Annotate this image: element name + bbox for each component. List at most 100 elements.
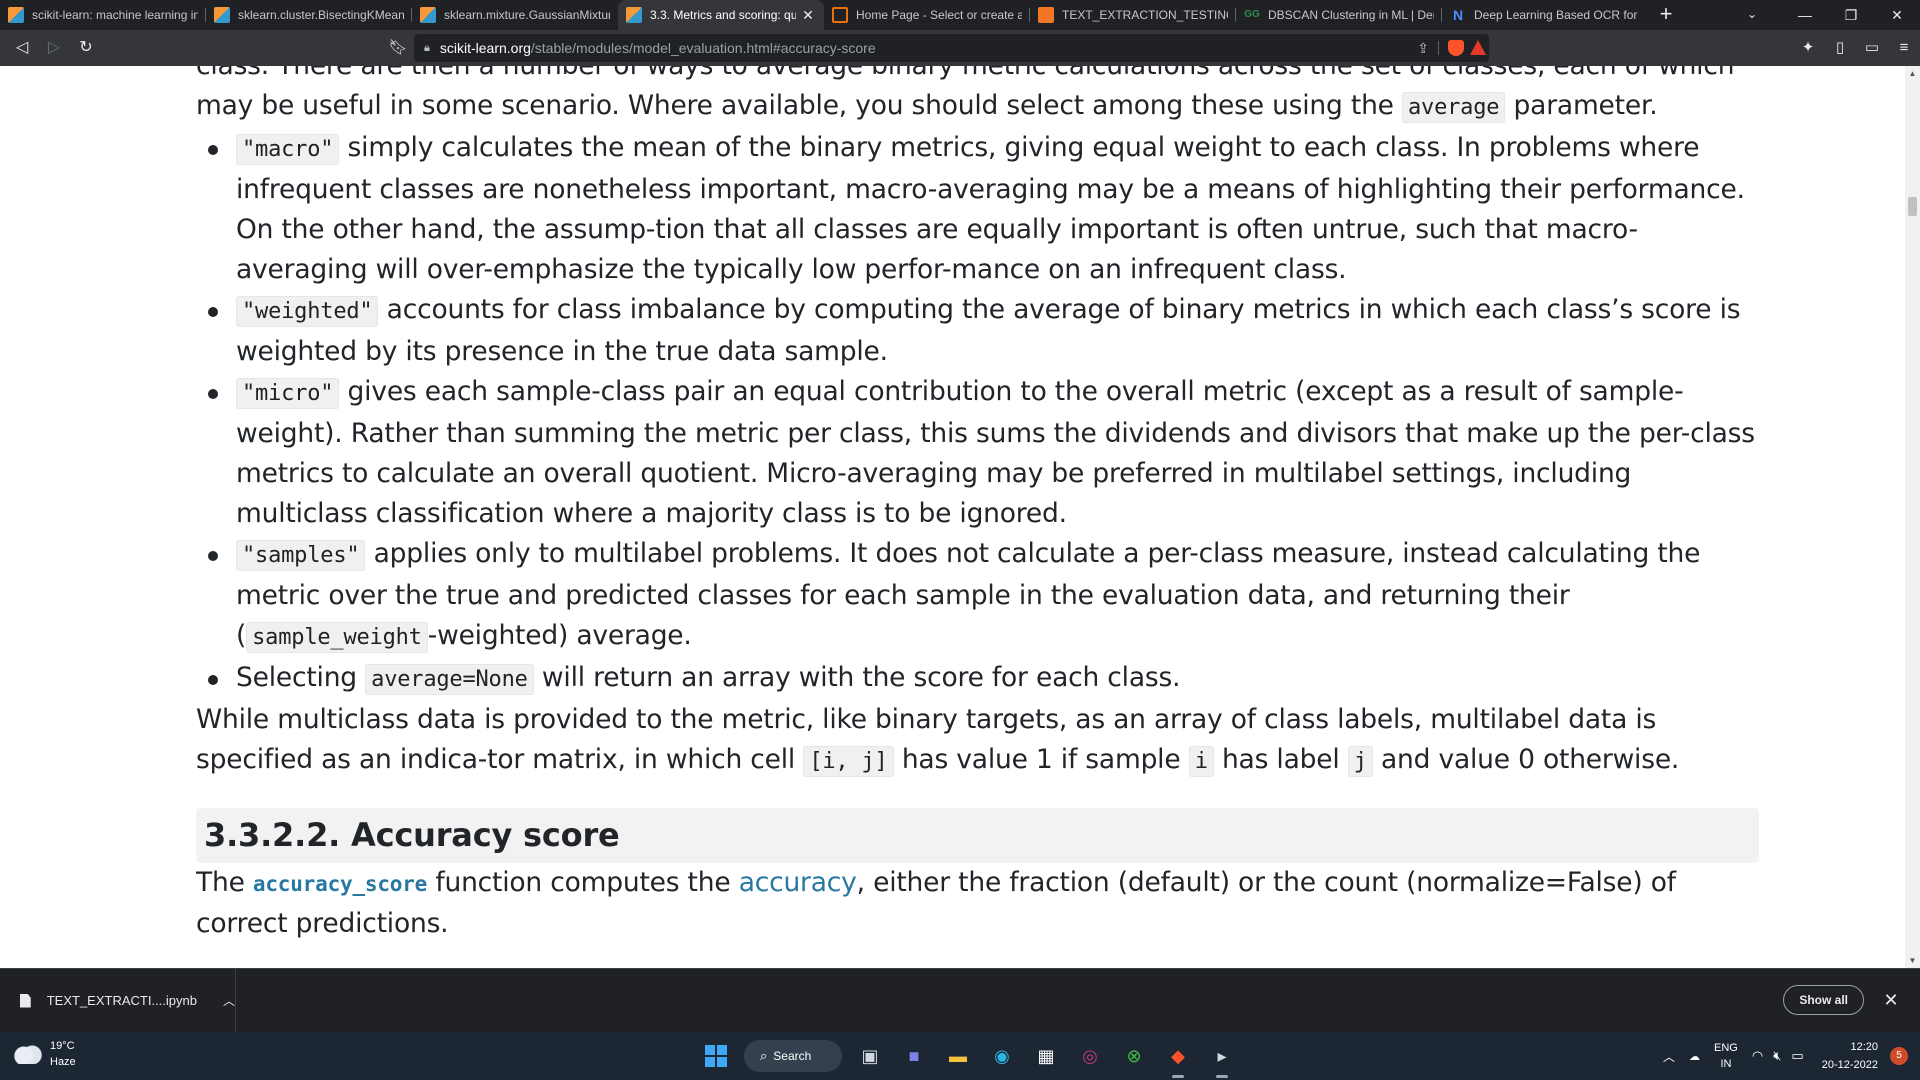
nanonets-icon: N xyxy=(1452,7,1464,23)
url-host: scikit-learn.org xyxy=(439,40,531,56)
weather-widget[interactable]: 19°C Haze xyxy=(14,1038,76,1070)
bookmark-icon[interactable]: 🔖︎ xyxy=(384,34,412,62)
search-label: Search xyxy=(773,1049,812,1063)
tab-home-page[interactable]: Home Page - Select or create a xyxy=(824,0,1030,30)
inline-code: average xyxy=(1402,92,1506,123)
page-scrollbar[interactable]: ▲ ▼ xyxy=(1905,66,1920,968)
inline-code: "macro" xyxy=(236,134,340,165)
list-item-micro: "micro" gives each sample-class pair an … xyxy=(196,372,1760,534)
paragraph-text: function computes the xyxy=(427,867,739,898)
task-view-icon[interactable]: ▣ xyxy=(852,1038,888,1074)
reload-icon[interactable]: ↻ xyxy=(70,34,102,62)
tab-title: TEXT_EXTRACTION_TESTING - J xyxy=(1062,8,1228,22)
forward-icon[interactable]: ▷ xyxy=(38,34,70,62)
menu-icon[interactable]: ≡ xyxy=(1888,34,1920,62)
inline-code: average=None xyxy=(365,664,534,695)
xbox-icon[interactable]: ⊗ xyxy=(1116,1038,1152,1074)
tab-dbscan[interactable]: GG DBSCAN Clustering in ML | Den xyxy=(1236,0,1442,30)
tab-text-extraction[interactable]: TEXT_EXTRACTION_TESTING - J xyxy=(1030,0,1236,30)
temperature: 19°C xyxy=(50,1040,75,1052)
accuracy-link[interactable]: accuracy xyxy=(739,867,857,898)
onedrive-icon[interactable]: ☁ xyxy=(1689,1050,1700,1063)
system-tray: ︿ ☁ ENG IN ◠ 🔇︎ ▭ 12:20 20-12-2022 5 xyxy=(1663,1032,1920,1080)
file-explorer-icon[interactable]: ▬ xyxy=(940,1038,976,1074)
extensions-icon[interactable]: ✦ xyxy=(1792,34,1824,62)
bullet-icon xyxy=(208,389,218,399)
language-code: ENG xyxy=(1714,1042,1738,1054)
edge-icon[interactable]: ◉ xyxy=(984,1038,1020,1074)
wifi-icon: ◠ xyxy=(1751,1048,1764,1063)
inline-code: [i, j] xyxy=(803,746,894,777)
scroll-up-icon[interactable]: ▲ xyxy=(1905,66,1920,81)
share-icon[interactable]: ⇪ xyxy=(1417,34,1429,62)
tab-metrics-scoring[interactable]: 3.3. Metrics and scoring: qu ✕ xyxy=(618,0,824,30)
system-icons[interactable]: ◠ 🔇︎ ▭ xyxy=(1752,1048,1804,1064)
sidebar-icon[interactable]: ▯ xyxy=(1824,34,1856,62)
list-item-samples: "samples" applies only to multilabel pro… xyxy=(196,534,1760,658)
language-indicator[interactable]: ENG IN xyxy=(1714,1040,1738,1072)
sklearn-icon xyxy=(420,7,436,23)
tab-gaussian-mixture[interactable]: sklearn.mixture.GaussianMixture xyxy=(412,0,618,30)
taskbar-search[interactable]: ⌕ Search xyxy=(744,1040,842,1072)
start-button[interactable] xyxy=(698,1038,734,1074)
restore-icon[interactable]: ❐ xyxy=(1828,0,1874,30)
chevron-up-icon[interactable]: ︿ xyxy=(223,992,235,1009)
inline-code: "samples" xyxy=(236,540,366,571)
close-window-icon[interactable]: ✕ xyxy=(1874,0,1920,30)
new-tab-button[interactable]: + xyxy=(1648,0,1684,30)
gfg-icon: GG xyxy=(1244,9,1260,20)
tab-sklearn-home[interactable]: scikit-learn: machine learning in xyxy=(0,0,206,30)
terminal-icon[interactable]: ▸ xyxy=(1204,1038,1240,1078)
download-item[interactable]: TEXT_EXTRACTI....ipynb ︿ xyxy=(0,969,236,1032)
instagram-icon[interactable]: ◎ xyxy=(1072,1038,1108,1074)
list-item-weighted: "weighted" accounts for class imbalance … xyxy=(196,290,1760,372)
chevron-up-icon[interactable]: ︿ xyxy=(1663,1048,1675,1065)
store-icon[interactable]: ▦ xyxy=(1028,1038,1064,1074)
tab-bisecting-kmeans[interactable]: sklearn.cluster.BisectingKMeans xyxy=(206,0,412,30)
volume-muted-icon: 🔇︎ xyxy=(1773,1048,1782,1063)
weather-condition: Haze xyxy=(50,1056,76,1068)
page-viewport[interactable]: class. There are then a number of ways t… xyxy=(0,66,1905,968)
tab-title: scikit-learn: machine learning in xyxy=(32,8,198,22)
tab-search-icon[interactable]: ⌄ xyxy=(1734,0,1770,30)
list-item-text: gives each sample-class pair an equal co… xyxy=(236,376,1755,529)
teams-chat-icon[interactable]: ■ xyxy=(896,1038,932,1074)
clock-date: 20-12-2022 xyxy=(1821,1059,1878,1071)
intro-text: parameter. xyxy=(1505,90,1658,121)
scroll-down-icon[interactable]: ▼ xyxy=(1905,953,1920,968)
wallet-icon[interactable]: ▭ xyxy=(1856,34,1888,62)
tab-title: 3.3. Metrics and scoring: qu xyxy=(650,8,796,22)
close-tab-icon[interactable]: ✕ xyxy=(800,7,816,24)
tab-deep-learning-ocr[interactable]: N Deep Learning Based OCR for Te xyxy=(1442,0,1648,30)
accuracy-score-link[interactable]: accuracy_score xyxy=(253,867,427,898)
tab-title: sklearn.mixture.GaussianMixture xyxy=(444,8,610,22)
tab-title: Home Page - Select or create a xyxy=(856,8,1022,22)
tab-title: sklearn.cluster.BisectingKMeans xyxy=(238,8,404,22)
list-item-macro: "macro" simply calculates the mean of th… xyxy=(196,128,1760,290)
notification-badge[interactable]: 5 xyxy=(1890,1047,1908,1065)
window-controls: — ❐ ✕ xyxy=(1782,0,1920,30)
clock[interactable]: 12:20 20-12-2022 xyxy=(1822,1038,1878,1074)
brave-icon[interactable]: ◆ xyxy=(1160,1038,1196,1078)
sklearn-icon xyxy=(626,7,642,23)
close-download-bar-icon[interactable]: ✕ xyxy=(1876,985,1906,1015)
notebook-icon xyxy=(1038,7,1054,23)
taskbar-apps: ⌕ Search ▣ ■ ▬ ◉ ▦ ◎ ⊗ ◆ ▸ xyxy=(694,1038,1244,1078)
file-icon xyxy=(20,993,31,1008)
weather-icon xyxy=(14,1040,42,1064)
bullet-icon xyxy=(208,307,218,317)
windows-taskbar: 19°C Haze ⌕ Search ▣ ■ ▬ ◉ ▦ ◎ ⊗ ◆ ▸ ︿ ☁ … xyxy=(0,1032,1920,1080)
toolbar-actions: ✦ ▯ ▭ ≡ xyxy=(1792,34,1920,62)
minimize-icon[interactable]: — xyxy=(1782,0,1828,30)
back-icon[interactable]: ◁ xyxy=(6,34,38,62)
averaging-options-list: "macro" simply calculates the mean of th… xyxy=(196,128,1760,700)
brave-shields-icon[interactable] xyxy=(1448,40,1464,56)
lock-icon: 🔒︎ xyxy=(424,41,430,54)
show-all-button[interactable]: Show all xyxy=(1783,985,1864,1015)
paragraph-text: has label xyxy=(1213,744,1348,775)
battery-icon: ▭ xyxy=(1791,1048,1804,1063)
scrollbar-thumb[interactable] xyxy=(1908,197,1917,216)
address-bar[interactable]: 🔒︎ scikit-learn.org/stable/modules/model… xyxy=(414,34,1489,62)
brave-rewards-icon[interactable] xyxy=(1470,40,1486,55)
clock-time: 12:20 xyxy=(1850,1041,1878,1053)
